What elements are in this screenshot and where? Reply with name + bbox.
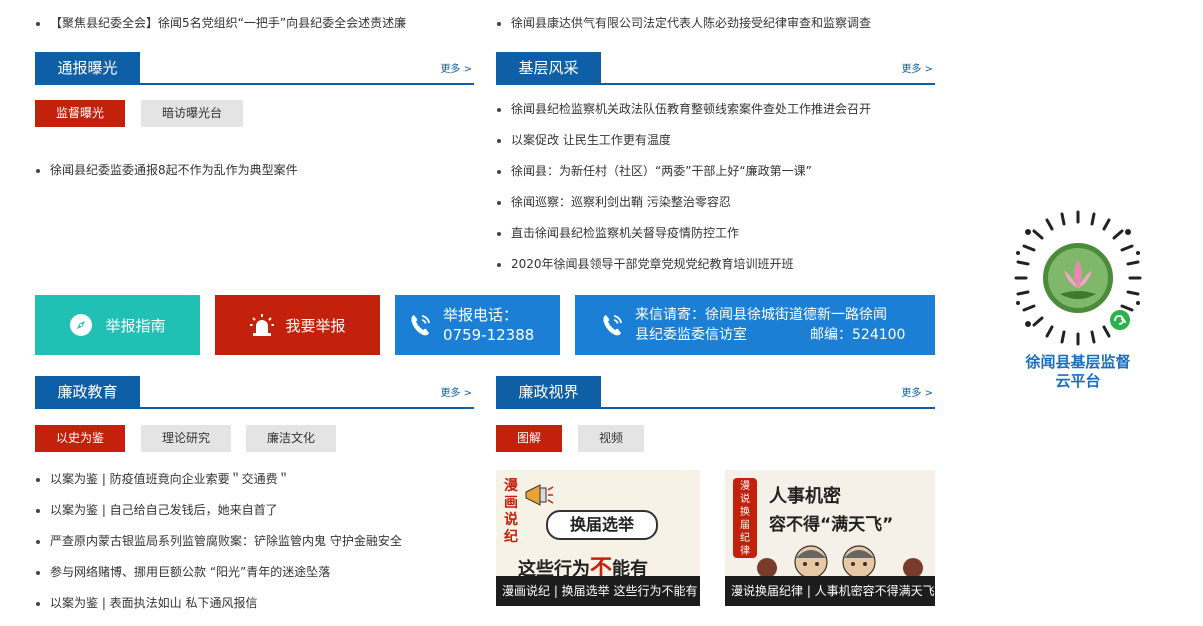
jiceng-header: 基层风采 更多 > (496, 52, 935, 85)
comic-characters-illustration (757, 545, 923, 578)
comic-caption-personnel[interactable]: 漫说换届纪律 | 人事机密容不得满天飞 (725, 576, 935, 606)
comic-title-line2: 容不得“满天飞” (769, 515, 894, 535)
qrcode-label: 徐闻县基层监督 云平台 (1025, 353, 1131, 390)
tab-supervision-exposure[interactable]: 监督曝光 (35, 100, 125, 127)
tab-video[interactable]: 视频 (578, 425, 644, 452)
list-item[interactable]: 以案为鉴 | 自己给自己发钱后，她来自首了 (35, 495, 475, 526)
letter-address-line2: 县纪委监委信访室 (635, 327, 747, 343)
phone-icon (603, 315, 622, 336)
report-label: 我要举报 (285, 316, 346, 335)
lianzheng-edu-list: 以案为鉴 | 防疫值班竟向企业索要＂交通费＂ 以案为鉴 | 自己给自己发钱后，她… (35, 464, 475, 619)
report-phone-panel[interactable]: 举报电话： 0759-12388 (395, 295, 560, 355)
list-item[interactable]: 徐闻县康达供气有限公司法定代表人陈必劲接受纪律审查和监察调查 (496, 8, 936, 39)
list-item[interactable]: 徐闻县：为新任村（社区）“两委”干部上好“廉政第一课” (496, 156, 936, 187)
tab-theory-research[interactable]: 理论研究 (141, 425, 231, 452)
report-guide-button[interactable]: 举报指南 (35, 295, 200, 355)
top-news-right: 徐闻县康达供气有限公司法定代表人陈必劲接受纪律审查和监察调查 (496, 8, 936, 39)
list-item[interactable]: 徐闻县纪检监察机关政法队伍教育整顿线索案件查处工作推进会召开 (496, 94, 936, 125)
list-item[interactable]: 【聚焦县纪委全会】徐闻5名党组织“一把手”向县纪委全会述责述廉 (35, 8, 475, 39)
compass-icon (70, 314, 93, 336)
jiceng-list: 徐闻县纪检监察机关政法队伍教育整顿线索案件查处工作推进会召开 以案促改 让民生工… (496, 94, 936, 280)
list-item[interactable]: 徐闻县纪委监委通报8起不作为乱作为典型案件 (35, 155, 475, 186)
list-item[interactable]: 以案为鉴 | 表面执法如山 私下通风报信 (35, 588, 475, 619)
tongbao-list: 徐闻县纪委监委通报8起不作为乱作为典型案件 (35, 155, 475, 186)
more-link[interactable]: 更多 > (901, 384, 933, 399)
comic-caption-election[interactable]: 漫画说纪 | 换届选举 这些行为不能有 (496, 576, 700, 606)
report-guide-label: 举报指南 (105, 316, 166, 335)
section-title: 廉政视界 (496, 376, 601, 409)
section-title: 廉政教育 (35, 376, 140, 409)
report-button[interactable]: 我要举报 (215, 295, 380, 355)
comic-speech-bubble: 换届选举 (546, 510, 658, 540)
list-item[interactable]: 徐闻巡察：巡察利剑出鞘 污染整治零容忍 (496, 187, 936, 218)
comic-title-line1: 人事机密 (769, 486, 841, 507)
tab-infographic[interactable]: 图解 (496, 425, 562, 452)
more-link[interactable]: 更多 > (901, 60, 933, 75)
list-item[interactable]: 直击徐闻县纪检监察机关督导疫情防控工作 (496, 218, 936, 249)
phone-label: 举报电话： (443, 306, 519, 324)
mini-program-qrcode[interactable]: 徐闻县基层监督 云平台 (1008, 208, 1148, 398)
section-title: 基层风采 (496, 52, 601, 85)
more-link[interactable]: 更多 > (440, 60, 472, 75)
letter-address-line1: 来信请寄：徐闻县徐城街道德新一路徐闻 (635, 307, 887, 323)
phone-icon (411, 315, 430, 336)
phone-number: 0759-12388 (443, 326, 535, 344)
top-news-left: 【聚焦县纪委全会】徐闻5名党组织“一把手”向县纪委全会述责述廉 (35, 8, 475, 39)
more-link[interactable]: 更多 > (440, 384, 472, 399)
letter-address-panel: 来信请寄：徐闻县徐城街道德新一路徐闻 县纪委监委信访室 邮编：524100 (575, 295, 935, 355)
comic-side-title: 漫 画 说 纪 (504, 478, 518, 545)
lianzheng-view-header: 廉政视界 更多 > (496, 376, 935, 409)
lianzheng-edu-header: 廉政教育 更多 > (35, 376, 474, 409)
list-item[interactable]: 严查原内蒙古银监局系列监管腐败案：铲除监管内鬼 守护金融安全 (35, 526, 475, 557)
tab-history-lesson[interactable]: 以史为鉴 (35, 425, 125, 452)
megaphone-icon (525, 484, 554, 506)
tab-undercover-exposure[interactable]: 暗访曝光台 (141, 100, 243, 127)
list-item[interactable]: 2020年徐闻县领导干部党章党规党纪教育培训班开班 (496, 249, 936, 280)
qrcode-image (1014, 210, 1142, 346)
list-item[interactable]: 以案促改 让民生工作更有温度 (496, 125, 936, 156)
section-title: 通报曝光 (35, 52, 140, 85)
postcode: 邮编：524100 (810, 327, 906, 343)
alarm-light-icon (250, 314, 275, 336)
tongbao-header: 通报曝光 更多 > (35, 52, 474, 85)
tab-clean-culture[interactable]: 廉洁文化 (246, 425, 336, 452)
list-item[interactable]: 以案为鉴 | 防疫值班竟向企业索要＂交通费＂ (35, 464, 475, 495)
list-item[interactable]: 参与网络赌博、挪用巨额公款 “阳光”青年的迷途坠落 (35, 557, 475, 588)
